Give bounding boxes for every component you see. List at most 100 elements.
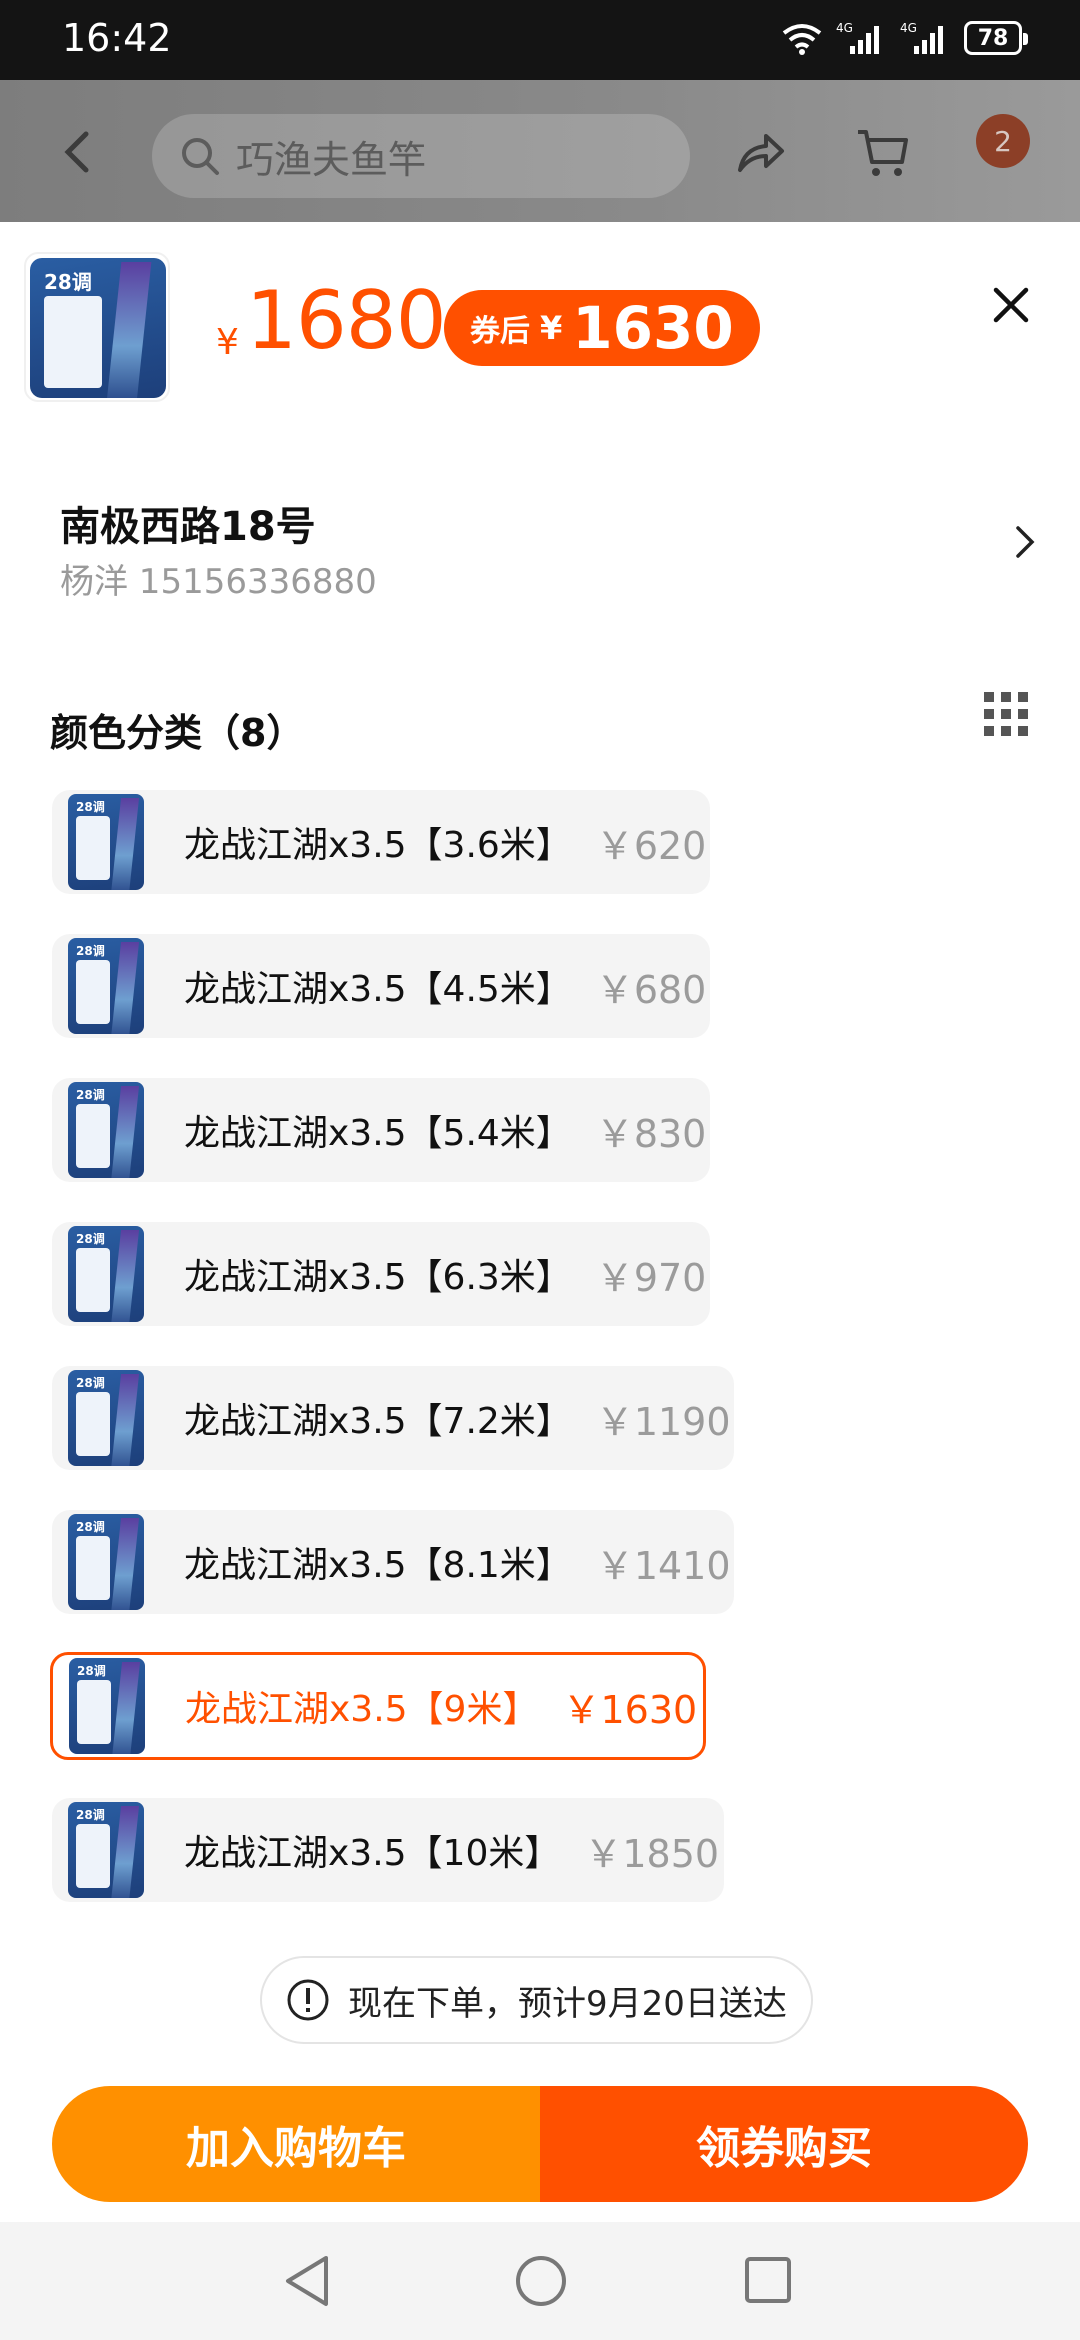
sku-name: 龙战江湖x3.5【8.1米】 (184, 1545, 572, 1586)
coupon-label: 券后 (470, 314, 530, 349)
close-icon[interactable] (984, 278, 1038, 332)
sku-name: 龙战江湖x3.5【4.5米】 (184, 969, 572, 1010)
thumb-rod (110, 1230, 140, 1322)
sku-option-selected[interactable]: 28调 龙战江湖x3.5【9米】 ￥1630 (50, 1652, 706, 1760)
cart-badge: 2 (976, 114, 1030, 168)
nav-recent-apps-icon[interactable] (744, 2256, 792, 2304)
thumb-label: 28调 (76, 1088, 105, 1102)
add-to-cart-button[interactable]: 加入购物车 (52, 2086, 540, 2202)
coupon-currency: ¥ (540, 309, 563, 347)
signal-icon-2: 4G (900, 21, 943, 54)
thumb-label: 28调 (76, 1376, 105, 1390)
sku-price: ￥620 (595, 823, 707, 868)
sku-option[interactable]: 28调 龙战江湖x3.5【4.5米】 ￥680 (52, 934, 710, 1038)
back-icon[interactable] (60, 130, 96, 174)
signal-icon: 4G (836, 21, 879, 54)
status-icons: 4G 4G 78 (782, 20, 1028, 56)
thumb-rod (110, 1086, 140, 1178)
info-icon (287, 1979, 329, 2021)
thumb-rod (110, 798, 140, 890)
thumb-panel (77, 1680, 111, 1744)
sku-sheet: 28调 ¥ 1680 券后 ¥ 1630 南极西路18号 杨洋 15156336… (0, 222, 1080, 2222)
options-title: 颜色分类（8） (50, 711, 305, 755)
sku-thumbnail: 28调 (68, 938, 144, 1034)
sku-name: 龙战江湖x3.5【9米】 (185, 1689, 539, 1730)
delivery-text: 现在下单，预计9月20日送达 (348, 1983, 787, 2024)
thumb-label: 28调 (76, 800, 105, 814)
sku-thumbnail: 28调 (68, 794, 144, 890)
sku-name: 龙战江湖x3.5【6.3米】 (184, 1257, 572, 1298)
sku-thumbnail: 28调 (69, 1658, 145, 1754)
thumb-label: 28调 (76, 1232, 105, 1246)
sku-thumbnail: 28调 (68, 1082, 144, 1178)
thumb-panel (76, 1824, 110, 1888)
product-image[interactable]: 28调 (24, 252, 170, 402)
delivery-notice: 现在下单，预计9月20日送达 (260, 1956, 813, 2044)
status-bar: 16:42 4G 4G 78 (0, 0, 1080, 80)
sku-thumbnail: 28调 (68, 1226, 144, 1322)
search-bar[interactable]: 巧渔夫鱼竿 (152, 114, 690, 198)
thumb-panel (76, 960, 110, 1024)
sku-name: 龙战江湖x3.5【5.4米】 (184, 1113, 572, 1154)
search-icon (182, 138, 219, 175)
cart-icon[interactable] (856, 126, 910, 180)
product-price: 1680 (246, 274, 447, 367)
sku-option[interactable]: 28调 龙战江湖x3.5【10米】 ￥1850 (52, 1798, 724, 1902)
coupon-price: 1630 (572, 294, 734, 362)
product-thumbnail: 28调 (30, 258, 166, 398)
nav-back-icon[interactable] (282, 2254, 332, 2308)
chevron-right-icon (1016, 526, 1035, 558)
thumb-panel (76, 1104, 110, 1168)
coupon-price-badge: 券后 ¥ 1630 (444, 290, 760, 366)
battery-level: 78 (977, 25, 1009, 51)
address-contact: 杨洋 15156336880 (60, 562, 377, 602)
thumb-panel (76, 1248, 110, 1312)
status-time: 16:42 (62, 16, 172, 60)
nav-home-icon[interactable] (514, 2254, 568, 2308)
thumb-rod (110, 942, 140, 1034)
sku-price: ￥680 (595, 967, 707, 1012)
sku-option[interactable]: 28调 龙战江湖x3.5【7.2米】 ￥1190 (52, 1366, 734, 1470)
sku-option[interactable]: 28调 龙战江湖x3.5【8.1米】 ￥1410 (52, 1510, 734, 1614)
sku-price: ￥1410 (595, 1543, 731, 1588)
sku-name: 龙战江湖x3.5【10米】 (184, 1833, 561, 1874)
system-nav-bar (0, 2222, 1080, 2340)
sku-thumbnail: 28调 (68, 1514, 144, 1610)
sku-option[interactable]: 28调 龙战江湖x3.5【6.3米】 ￥970 (52, 1222, 710, 1326)
grid-view-icon[interactable] (984, 692, 1028, 736)
share-icon[interactable] (736, 126, 786, 176)
thumb-panel (76, 1392, 110, 1456)
thumb-rod (110, 1806, 140, 1898)
sku-name: 龙战江湖x3.5【7.2米】 (184, 1401, 572, 1442)
wifi-icon (782, 24, 822, 55)
search-text: 巧渔夫鱼竿 (236, 137, 427, 182)
thumb-rod (111, 1662, 141, 1754)
sku-thumbnail: 28调 (68, 1802, 144, 1898)
address-row[interactable]: 南极西路18号 杨洋 15156336880 (0, 480, 1080, 620)
sku-price: ￥1190 (595, 1399, 731, 1444)
thumb-panel (44, 296, 102, 388)
thumb-label: 28调 (77, 1664, 106, 1678)
action-buttons: 加入购物车 领券购买 (52, 2086, 1028, 2202)
thumb-rod (110, 1374, 140, 1466)
battery-icon: 78 (964, 21, 1028, 55)
thumb-label: 28调 (76, 1520, 105, 1534)
sku-option[interactable]: 28调 龙战江湖x3.5【5.4米】 ￥830 (52, 1078, 710, 1182)
thumb-label: 28调 (76, 1808, 105, 1822)
thumb-panel (76, 816, 110, 880)
sku-thumbnail: 28调 (68, 1370, 144, 1466)
thumb-label: 28调 (44, 270, 92, 294)
sku-price: ￥970 (595, 1255, 707, 1300)
buy-with-coupon-button[interactable]: 领券购买 (540, 2086, 1028, 2202)
network-label-2: 4G (900, 21, 917, 35)
thumb-rod (106, 262, 152, 398)
thumb-rod (110, 1518, 140, 1610)
network-label: 4G (836, 21, 853, 35)
sku-option[interactable]: 28调 龙战江湖x3.5【3.6米】 ￥620 (52, 790, 710, 894)
address-street: 南极西路18号 (60, 504, 316, 550)
thumb-panel (76, 1536, 110, 1600)
sku-name: 龙战江湖x3.5【3.6米】 (184, 825, 572, 866)
sku-price: ￥830 (595, 1111, 707, 1156)
sku-price: ￥1850 (584, 1831, 720, 1876)
thumb-label: 28调 (76, 944, 105, 958)
